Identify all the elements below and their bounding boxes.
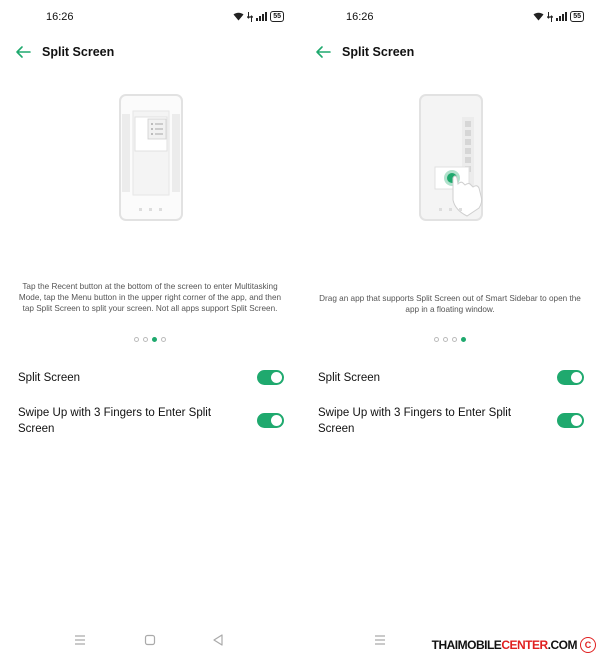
status-time: 16:26 <box>46 11 74 23</box>
menu-icon[interactable] <box>72 632 88 648</box>
signal-icon <box>256 12 268 21</box>
pager-dot[interactable] <box>134 337 139 342</box>
back-triangle-icon[interactable] <box>210 632 226 648</box>
watermark: THAIMOBILECENTER.COM C <box>427 634 596 656</box>
feature-description: Drag an app that supports Split Screen o… <box>319 294 581 314</box>
navigation-bar <box>0 628 300 652</box>
three-finger-swipe-setting[interactable]: Swipe Up with 3 Fingers to Enter Split S… <box>318 405 584 437</box>
battery-icon: 55 <box>270 11 284 22</box>
toggle-knob <box>571 372 582 383</box>
wifi-icon <box>533 12 544 21</box>
pager-dot[interactable] <box>434 337 439 342</box>
data-arrows-icon <box>247 11 254 22</box>
pager-dot-active[interactable] <box>461 337 466 342</box>
battery-icon: 55 <box>570 11 584 22</box>
pager-dot[interactable] <box>143 337 148 342</box>
page-title: Split Screen <box>42 45 115 59</box>
setting-label: Swipe Up with 3 Fingers to Enter Split S… <box>318 407 512 435</box>
feature-description: Tap the Recent button at the bottom of t… <box>18 282 282 313</box>
watermark-text: THAIMOBILECENTER.COM <box>431 638 578 652</box>
header: Split Screen <box>0 42 300 62</box>
three-finger-swipe-setting[interactable]: Swipe Up with 3 Fingers to Enter Split S… <box>18 405 284 437</box>
toggle-knob <box>271 372 282 383</box>
split-screen-setting[interactable]: Split Screen <box>318 370 584 386</box>
status-time: 16:26 <box>346 11 374 23</box>
menu-icon[interactable] <box>372 632 388 648</box>
status-bar: 16:26 55 <box>0 8 300 26</box>
three-finger-swipe-toggle[interactable] <box>257 413 284 428</box>
phone-recent-apps-illustration <box>119 94 183 221</box>
three-finger-swipe-toggle[interactable] <box>557 413 584 428</box>
status-bar: 16:26 55 <box>300 8 600 26</box>
status-icons: 55 <box>533 11 584 22</box>
setting-label: Swipe Up with 3 Fingers to Enter Split S… <box>18 407 212 435</box>
left-screen: 16:26 55 Split Screen Tap the Recent but… <box>0 0 300 660</box>
setting-label: Split Screen <box>18 372 81 384</box>
watermark-copyright-icon: C <box>580 637 596 653</box>
pager-dots <box>300 337 600 342</box>
wifi-icon <box>233 12 244 21</box>
pager-dot-active[interactable] <box>152 337 157 342</box>
pager-dots <box>0 337 300 342</box>
toggle-knob <box>571 415 582 426</box>
header: Split Screen <box>300 42 600 62</box>
page-title: Split Screen <box>342 45 415 59</box>
pager-dot[interactable] <box>452 337 457 342</box>
pager-dot[interactable] <box>161 337 166 342</box>
signal-icon <box>556 12 568 21</box>
back-arrow-icon[interactable] <box>14 43 32 61</box>
data-arrows-icon <box>547 11 554 22</box>
phone-smart-sidebar-drag-illustration <box>419 94 483 221</box>
split-screen-toggle[interactable] <box>557 370 584 385</box>
right-screen: 16:26 55 Split Screen Drag an app that s… <box>300 0 600 660</box>
toggle-knob <box>271 415 282 426</box>
status-icons: 55 <box>233 11 284 22</box>
split-screen-setting[interactable]: Split Screen <box>18 370 284 386</box>
pager-dot[interactable] <box>443 337 448 342</box>
back-arrow-icon[interactable] <box>314 43 332 61</box>
split-screen-toggle[interactable] <box>257 370 284 385</box>
setting-label: Split Screen <box>318 372 381 384</box>
home-icon[interactable] <box>142 632 158 648</box>
